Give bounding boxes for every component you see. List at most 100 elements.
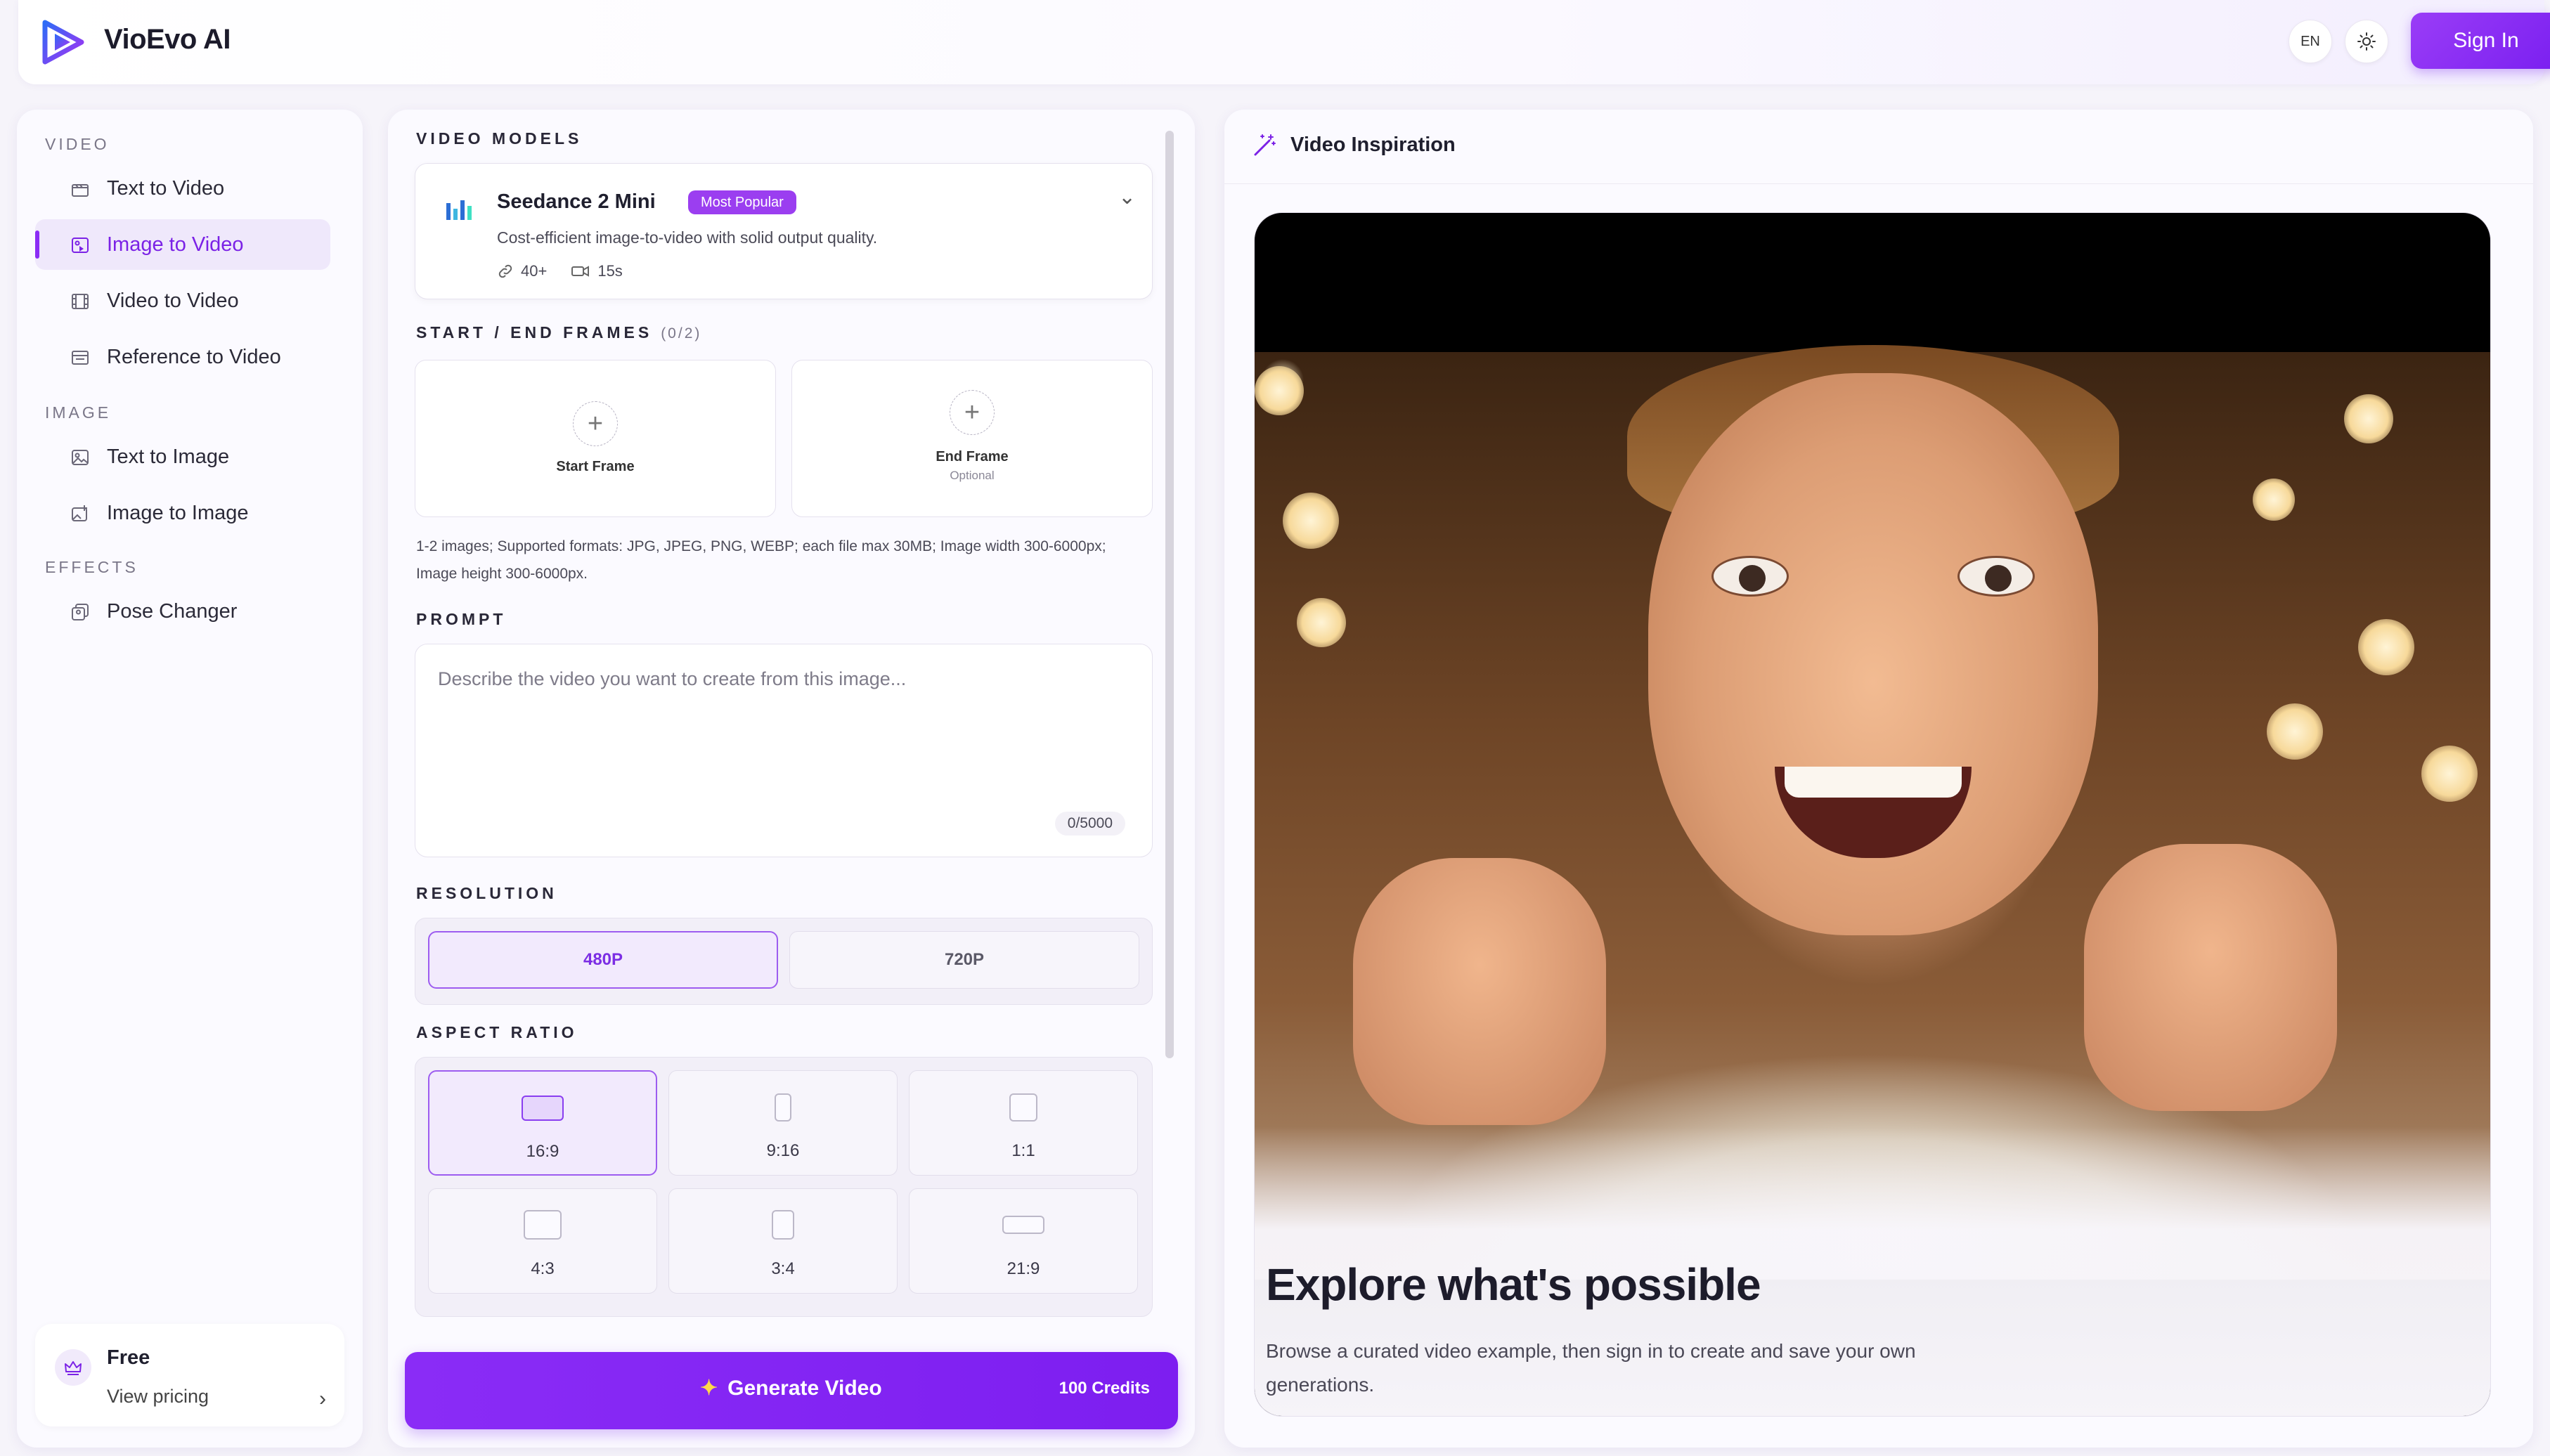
clapper-icon (72, 184, 89, 197)
model-logo-icon (446, 200, 472, 220)
explore-headline: Explore what's possible (1266, 1259, 1761, 1310)
generate-label-wrap: ✦ Generate Video (700, 1376, 882, 1400)
upload-hint: 1-2 images; Supported formats: JPG, JPEG… (416, 538, 1106, 582)
inspiration-panel: Video Inspiration Explore what's possibl… (1224, 110, 2533, 1448)
theme-toggle-button[interactable] (2345, 20, 2388, 63)
model-description: Cost-efficient image-to-video with solid… (497, 228, 878, 247)
plan-card[interactable]: Free View pricing › (35, 1324, 344, 1426)
image-icon (72, 450, 89, 465)
sidebar-item-text-to-video[interactable]: Text to Video (35, 163, 330, 214)
language-button[interactable]: EN (2289, 20, 2332, 63)
aspect-option-16-9[interactable]: 16:9 (428, 1070, 657, 1176)
prompt-placeholder: Describe the video you want to create fr… (438, 668, 907, 689)
model-meta: 40+ 15s (497, 262, 623, 280)
chevron-right-icon: › (319, 1387, 326, 1410)
generate-label: Generate Video (727, 1377, 882, 1400)
right-hand (2084, 844, 2337, 1111)
prompt-input[interactable]: Describe the video you want to create fr… (415, 644, 1153, 857)
model-count: 40+ (521, 262, 548, 280)
bokeh-light (1297, 598, 1346, 647)
ultrawide-shape-icon (1002, 1216, 1044, 1234)
generate-video-button[interactable]: ✦ Generate Video 100 Credits (405, 1352, 1178, 1429)
frames-label: START / END FRAMES (0/2) (416, 323, 701, 342)
sidebar-item-pose-changer[interactable]: Pose Changer (35, 586, 330, 637)
aspect-label: 21:9 (1007, 1259, 1040, 1278)
aspect-option-1-1[interactable]: 1:1 (909, 1070, 1138, 1176)
aspect-option-4-3[interactable]: 4:3 (428, 1188, 657, 1294)
resolution-label: RESOLUTION (416, 884, 557, 902)
video-models-label: VIDEO MODELS (416, 129, 583, 148)
most-popular-badge: Most Popular (688, 190, 796, 214)
sidebar-item-label: Video to Video (107, 289, 239, 312)
aspect-label: 9:16 (766, 1141, 800, 1160)
left-hand (1353, 858, 1606, 1125)
resolution-option-720p[interactable]: 720P (789, 931, 1139, 989)
sidebar-item-label: Image to Image (107, 501, 249, 524)
sidebar-item-text-to-image[interactable]: Text to Image (35, 431, 330, 482)
prompt-label: PROMPT (416, 610, 507, 628)
view-pricing-link[interactable]: View pricing (107, 1386, 209, 1408)
aspect-option-21-9[interactable]: 21:9 (909, 1188, 1138, 1294)
image-edit-icon (72, 505, 87, 521)
sidebar-item-label: Image to Video (107, 233, 244, 256)
aspect-option-9-16[interactable]: 9:16 (668, 1070, 898, 1176)
bokeh-light (2253, 479, 2295, 521)
bokeh-light (1283, 493, 1339, 549)
sidebar-item-reference-to-video[interactable]: Reference to Video (35, 332, 330, 382)
explore-description: Browse a curated video example, then sig… (1266, 1340, 1916, 1396)
landscape-shape-icon (522, 1096, 564, 1121)
plus-icon: + (950, 390, 995, 435)
model-duration: 15s (597, 262, 623, 280)
reference-icon (72, 351, 89, 365)
aspect-ratio-selector: 16:9 9:16 1:1 4:3 3:4 21:9 (415, 1057, 1153, 1317)
aspect-label: 16:9 (526, 1142, 559, 1161)
frames-label-text: START / END FRAMES (416, 323, 653, 342)
generation-form: VIDEO MODELS Seedance 2 Mini Most Popula… (388, 110, 1195, 1448)
resolution-option-480p[interactable]: 480P (428, 931, 778, 989)
end-frame-label: End Frame (936, 449, 1009, 464)
sidebar-item-image-to-image[interactable]: Image to Image (35, 488, 330, 538)
magic-wand-icon (1254, 134, 1276, 156)
plan-name: Free (107, 1346, 150, 1369)
sidebar-item-image-to-video[interactable]: Image to Video (35, 219, 330, 270)
film-icon (72, 294, 89, 309)
pose-icon (72, 604, 89, 620)
resolution-selector: 480P 720P (415, 918, 1153, 1005)
plus-icon: + (573, 401, 618, 446)
scrollbar[interactable] (1165, 131, 1174, 1058)
section-label-effects: EFFECTS (45, 558, 138, 576)
portrait-shape-icon (775, 1093, 791, 1122)
inspiration-title: Video Inspiration (1290, 134, 1456, 156)
example-video[interactable]: Explore what's possible Browse a curated… (1254, 212, 2491, 1417)
bokeh-light (2358, 619, 2414, 675)
end-frame-optional: Optional (950, 469, 995, 482)
sun-icon (2357, 32, 2376, 51)
sidebar-item-label: Reference to Video (107, 345, 281, 368)
section-label-image: IMAGE (45, 403, 112, 422)
inspiration-header: Video Inspiration (1224, 110, 2533, 184)
bokeh-light (1255, 366, 1304, 415)
aspect-label: 1:1 (1011, 1141, 1035, 1160)
brand-name[interactable]: VioEvo AI (104, 24, 231, 56)
aspect-ratio-label: ASPECT RATIO (416, 1023, 578, 1041)
aspect-label: 4:3 (531, 1259, 555, 1278)
model-selector[interactable]: Seedance 2 Mini Most Popular Cost-effici… (415, 163, 1153, 299)
left-eye (1711, 556, 1789, 597)
end-frame-upload[interactable]: + End Frame Optional (791, 360, 1153, 517)
sign-in-button[interactable]: Sign In (2411, 13, 2550, 69)
logo-icon[interactable] (39, 18, 87, 66)
crown-icon (55, 1349, 91, 1386)
image-video-icon (72, 238, 89, 253)
top-header: VioEvo AI EN Sign In (18, 0, 2550, 84)
section-label-video: VIDEO (45, 135, 110, 153)
aspect-option-3-4[interactable]: 3:4 (668, 1188, 898, 1294)
prompt-char-counter: 0/5000 (1054, 812, 1125, 836)
sidebar-item-video-to-video[interactable]: Video to Video (35, 275, 330, 326)
sidebar: VIDEO Text to Video Image to Video Video… (17, 110, 363, 1448)
square-shape-icon (1009, 1093, 1037, 1122)
video-camera-icon (571, 266, 590, 277)
bokeh-light (2267, 703, 2323, 760)
right-eye (1957, 556, 2035, 597)
chevron-down-icon: ⌄ (1118, 186, 1137, 209)
start-frame-upload[interactable]: + Start Frame (415, 360, 776, 517)
